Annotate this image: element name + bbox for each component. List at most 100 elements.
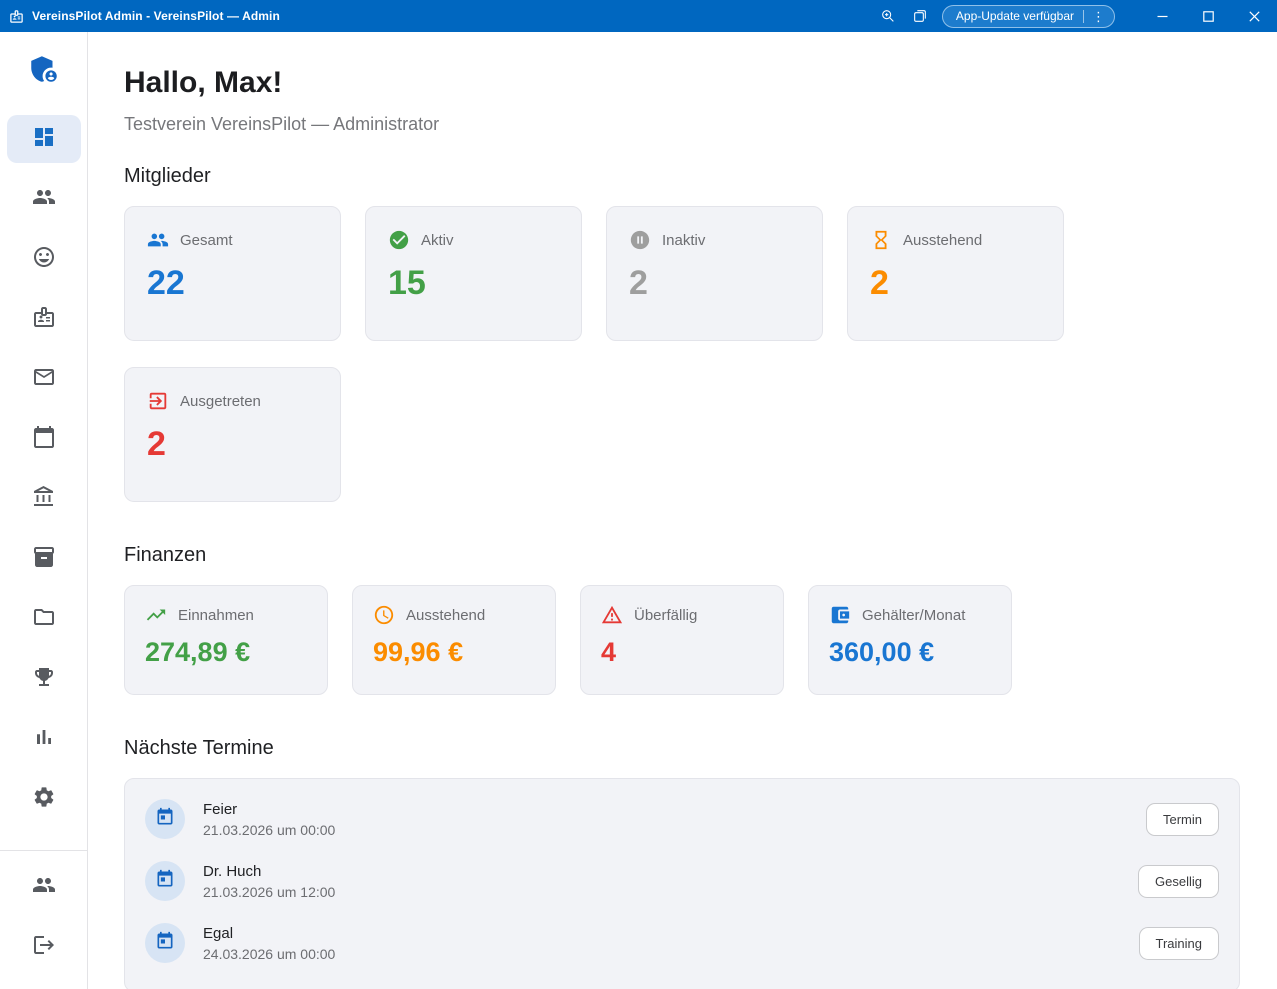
members-section: Mitglieder Gesamt 22 Aktiv 15 [124, 165, 1240, 502]
stat-label: Gehälter/Monat [862, 607, 965, 624]
titlebar-left: VereinsPilot Admin - VereinsPilot — Admi… [0, 8, 280, 25]
archive-box-icon [32, 545, 56, 574]
finances-cards-row: Einnahmen 274,89 € Ausstehend 99,96 € Üb… [124, 585, 1240, 695]
event-row[interactable]: Egal 24.03.2026 um 00:00 Training [141, 912, 1223, 974]
event-type-badge[interactable]: Termin [1146, 803, 1219, 836]
page-title: Hallo, Max! [124, 66, 1240, 100]
sidebar-item-badge[interactable] [7, 295, 81, 343]
check-circle-icon [388, 229, 410, 251]
shield-admin-icon [27, 52, 61, 91]
badge-icon [32, 305, 56, 334]
wallet-icon [829, 604, 851, 626]
sidebar-item-logout[interactable] [7, 923, 81, 971]
minimize-button[interactable] [1139, 0, 1185, 32]
pause-circle-icon [629, 229, 651, 251]
main-content: Hallo, Max! Testverein VereinsPilot — Ad… [88, 32, 1277, 989]
event-row[interactable]: Feier 21.03.2026 um 00:00 Termin [141, 788, 1223, 850]
sidebar-bottom [0, 850, 87, 989]
sidebar-item-folder[interactable] [7, 595, 81, 643]
stat-card-ausstehend: Ausstehend 2 [847, 206, 1064, 341]
stat-value: 274,89 € [145, 637, 307, 668]
event-texts: Egal 24.03.2026 um 00:00 [203, 925, 335, 962]
zoom-in-icon[interactable] [872, 0, 904, 32]
stat-value: 2 [147, 425, 318, 464]
stat-value: 4 [601, 637, 763, 668]
stat-card-einnahmen: Einnahmen 274,89 € [124, 585, 328, 695]
event-name: Feier [203, 801, 335, 818]
stat-value: 22 [147, 264, 318, 303]
face-icon [32, 245, 56, 274]
stat-value: 15 [388, 264, 559, 303]
people-icon [32, 873, 56, 902]
events-section: Nächste Termine Feier 21.03.2026 um 00:0… [124, 737, 1240, 989]
stat-card-inaktiv: Inaktiv 2 [606, 206, 823, 341]
sidebar-item-calendar[interactable] [7, 415, 81, 463]
tab-preview-icon[interactable] [904, 0, 936, 32]
event-row[interactable]: Dr. Huch 21.03.2026 um 12:00 Gesellig [141, 850, 1223, 912]
app-update-button[interactable]: App-Update verfügbar ⋮ [942, 5, 1115, 28]
warning-icon [601, 604, 623, 626]
stat-value: 2 [870, 264, 1041, 303]
mail-icon [32, 365, 56, 394]
sidebar-item-trophy[interactable] [7, 655, 81, 703]
event-name: Egal [203, 925, 335, 942]
event-type-badge[interactable]: Training [1139, 927, 1219, 960]
titlebar-right: App-Update verfügbar ⋮ [872, 0, 1277, 32]
events-section-title: Nächste Termine [124, 737, 1240, 760]
app-logo [20, 48, 68, 94]
gear-icon [32, 785, 56, 814]
sidebar-item-face[interactable] [7, 235, 81, 283]
sidebar-item-members[interactable] [7, 175, 81, 223]
sidebar-item-settings[interactable] [7, 775, 81, 823]
sidebar-item-dashboard[interactable] [7, 115, 81, 163]
page-subtitle: Testverein VereinsPilot — Administrator [124, 114, 1240, 135]
calendar-event-icon [155, 807, 175, 832]
stat-label: Ausstehend [903, 232, 982, 249]
event-avatar [145, 923, 185, 963]
stat-label: Ausgetreten [180, 393, 261, 410]
trending-up-icon [145, 604, 167, 626]
stat-card-gehaelter: Gehälter/Monat 360,00 € [808, 585, 1012, 695]
sidebar-divider [0, 850, 88, 851]
event-texts: Dr. Huch 21.03.2026 um 12:00 [203, 863, 335, 900]
maximize-button[interactable] [1185, 0, 1231, 32]
sidebar-item-mail[interactable] [7, 355, 81, 403]
stat-label: Einnahmen [178, 607, 254, 624]
stat-card-aktiv: Aktiv 15 [365, 206, 582, 341]
stat-value: 360,00 € [829, 637, 991, 668]
close-button[interactable] [1231, 0, 1277, 32]
titlebar: VereinsPilot Admin - VereinsPilot — Admi… [0, 0, 1277, 32]
events-card: Feier 21.03.2026 um 00:00 Termin Dr. Huc… [124, 778, 1240, 989]
stat-card-ueberfaellig: Überfällig 4 [580, 585, 784, 695]
stat-card-gesamt: Gesamt 22 [124, 206, 341, 341]
bar-chart-icon [32, 725, 56, 754]
stat-label: Überfällig [634, 607, 697, 624]
stat-label: Gesamt [180, 232, 233, 249]
event-type-badge[interactable]: Gesellig [1138, 865, 1219, 898]
event-datetime: 21.03.2026 um 00:00 [203, 822, 335, 838]
folder-icon [32, 605, 56, 634]
bank-icon [32, 485, 56, 514]
event-avatar [145, 799, 185, 839]
logout-icon [32, 933, 56, 962]
window-title: VereinsPilot Admin - VereinsPilot — Admi… [32, 9, 280, 23]
sidebar-item-bank[interactable] [7, 475, 81, 523]
sidebar-item-users[interactable] [7, 863, 81, 911]
pill-divider [1083, 10, 1084, 23]
finances-section-title: Finanzen [124, 544, 1240, 567]
members-cards-row: Gesamt 22 Aktiv 15 Inaktiv [124, 206, 1240, 502]
app-update-label: App-Update verfügbar [956, 9, 1074, 23]
sidebar [0, 32, 88, 989]
sidebar-item-archive[interactable] [7, 535, 81, 583]
finances-section: Finanzen Einnahmen 274,89 € Ausstehend 9… [124, 544, 1240, 695]
stat-value: 2 [629, 264, 800, 303]
trophy-icon [32, 665, 56, 694]
event-datetime: 24.03.2026 um 00:00 [203, 946, 335, 962]
sidebar-item-statistics[interactable] [7, 715, 81, 763]
hourglass-icon [870, 229, 892, 251]
event-texts: Feier 21.03.2026 um 00:00 [203, 801, 335, 838]
kebab-menu-icon[interactable]: ⋮ [1090, 10, 1107, 23]
stat-label: Aktiv [421, 232, 454, 249]
stat-value: 99,96 € [373, 637, 535, 668]
app-icon [8, 8, 25, 25]
